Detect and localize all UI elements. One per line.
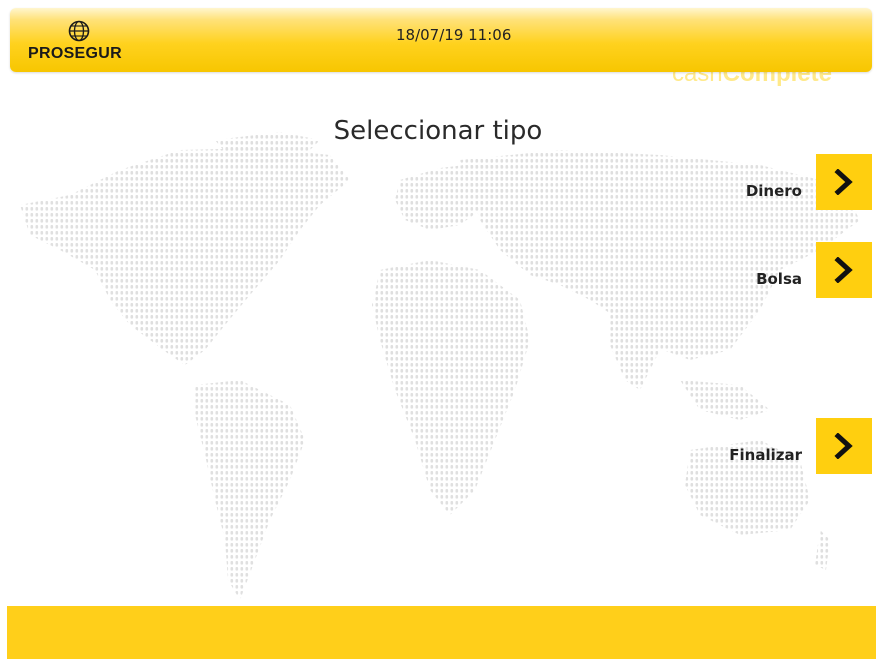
- option-dinero-label: Dinero: [745, 182, 802, 200]
- globe-icon: [68, 20, 90, 42]
- world-map-background: [20, 132, 860, 600]
- footer-bar: [7, 606, 876, 659]
- option-dinero[interactable]: Dinero: [746, 154, 872, 210]
- date-time: 18/07/19 11:06: [396, 26, 512, 44]
- chevron-right-icon: [834, 257, 853, 283]
- option-bolsa[interactable]: Bolsa: [756, 242, 872, 298]
- option-finalizar[interactable]: Finalizar: [729, 418, 872, 474]
- bolsa-arrow-button[interactable]: [816, 242, 872, 298]
- option-finalizar-label: Finalizar: [729, 446, 802, 464]
- logo-text: PROSEGUR: [28, 45, 122, 62]
- finalizar-arrow-button[interactable]: [816, 418, 872, 474]
- dinero-arrow-button[interactable]: [816, 154, 872, 210]
- chevron-right-icon: [834, 169, 853, 195]
- chevron-right-icon: [834, 433, 853, 459]
- prosegur-logo: PROSEGUR: [28, 20, 128, 64]
- screen: cashComplete PROSEGUR 18/07/19 11:06 Sel…: [0, 0, 876, 659]
- header-bar: PROSEGUR 18/07/19 11:06: [10, 8, 872, 72]
- page-title: Seleccionar tipo: [333, 116, 543, 146]
- option-bolsa-label: Bolsa: [756, 270, 802, 288]
